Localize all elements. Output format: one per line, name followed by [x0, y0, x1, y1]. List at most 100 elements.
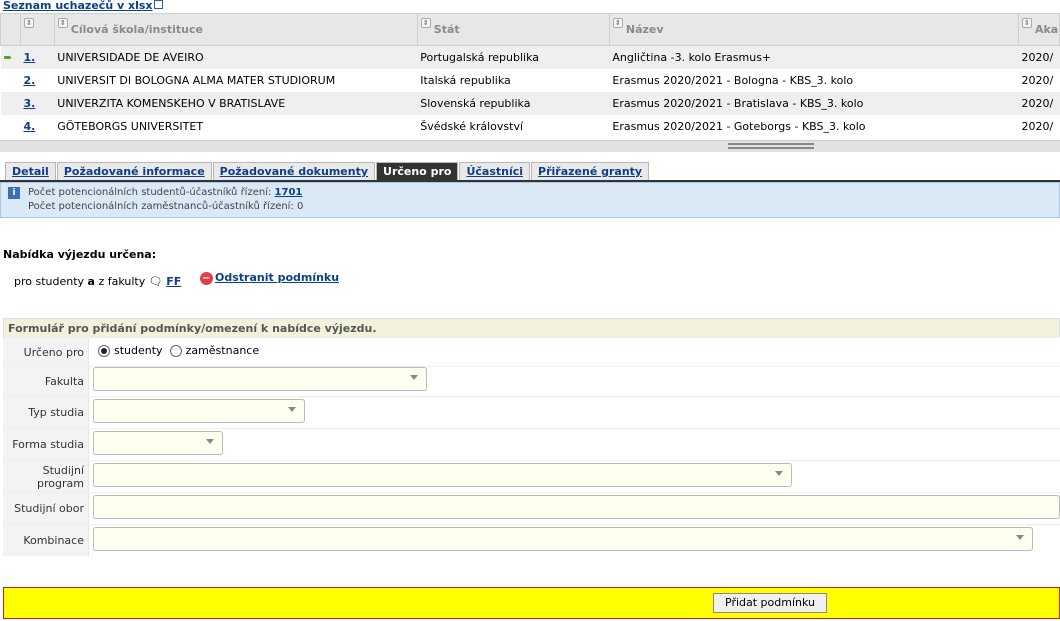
- form-row-program: Studijní program: [3, 460, 1060, 492]
- radio-employees-label[interactable]: zaměstnance: [186, 344, 260, 357]
- row-number-cell[interactable]: 4.: [20, 114, 55, 138]
- label-obor: Studijní obor: [3, 493, 89, 524]
- faculty-select[interactable]: [93, 367, 427, 391]
- horizontal-scrollbar[interactable]: [0, 140, 1060, 152]
- table-header-row: ⇕ ⇕ Cílová škola/instituce ⇕ Stát ⇕ Název ⇕…: [0, 13, 1060, 46]
- employees-count-line: Počet potencionálních zaměstnanců-účastn…: [28, 201, 304, 212]
- students-count-line: Počet potencionálních studentů-účastníků…: [28, 186, 1059, 200]
- study-program-select[interactable]: [93, 463, 792, 487]
- condition-suffix: z fakulty: [94, 275, 149, 288]
- add-condition-button[interactable]: Přidat podmínku: [713, 593, 827, 613]
- tab-detail-label[interactable]: Detail: [12, 165, 49, 178]
- label-fakulta: Fakulta: [3, 367, 89, 396]
- form-row-kombinace: Kombinace: [3, 524, 1060, 556]
- row-year: 2020/: [1018, 114, 1060, 138]
- table-row[interactable]: ➨ 1. UNIVERSIDADE DE AVEIRO Portugalská …: [0, 45, 1060, 69]
- external-link-icon: [153, 0, 163, 9]
- row-number-link[interactable]: 3.: [24, 97, 36, 110]
- study-type-select[interactable]: [93, 399, 305, 423]
- remove-condition-link[interactable]: Odstranit podmínku: [215, 271, 339, 284]
- row-name: Erasmus 2020/2021 - Bratislava - KBS_3. …: [609, 91, 1019, 115]
- sort-icon[interactable]: ⇕: [612, 18, 623, 28]
- header-state[interactable]: ⇕ Stát: [416, 13, 610, 46]
- row-state: Švédské království: [417, 114, 610, 138]
- row-arrow-cell: [0, 114, 21, 138]
- form-row-typ: Typ studia: [3, 396, 1060, 428]
- label-typ: Typ studia: [3, 397, 89, 428]
- tab-grants[interactable]: Přiřazené granty: [531, 162, 650, 180]
- label-program: Studijní program: [3, 461, 89, 492]
- tab-participants[interactable]: Účastníci: [459, 162, 531, 180]
- row-number-link[interactable]: 4.: [24, 120, 36, 133]
- row-school: UNIVERSIT DI BOLOGNA ALMA MATER STUDIORU…: [54, 68, 418, 92]
- tab-grants-label[interactable]: Přiřazené granty: [538, 165, 642, 178]
- tab-intended-for-label: Určeno pro: [383, 165, 452, 178]
- form-title: Formulář pro přidání podmínky/omezení k …: [3, 318, 1060, 337]
- remove-condition[interactable]: − Odstranit podmínku: [200, 271, 339, 285]
- table-row[interactable]: 2. UNIVERSIT DI BOLOGNA ALMA MATER STUDI…: [0, 68, 1060, 92]
- table-row[interactable]: 4. GÖTEBORGS UNIVERSITET Švédské královs…: [0, 114, 1060, 138]
- tab-required-info[interactable]: Požadované informace: [56, 162, 212, 180]
- header-school[interactable]: ⇕ Cílová škola/instituce: [53, 13, 418, 46]
- export-xlsx-link[interactable]: Seznam uchazečů v xlsx: [3, 0, 163, 12]
- sort-icon[interactable]: ⇕: [420, 18, 431, 28]
- sort-icon[interactable]: ⇕: [24, 18, 34, 28]
- tab-detail[interactable]: Detail: [5, 162, 56, 180]
- radio-students[interactable]: [98, 345, 110, 357]
- tab-participants-label[interactable]: Účastníci: [466, 165, 523, 178]
- remove-icon[interactable]: −: [200, 271, 213, 285]
- condition-prefix: pro studenty: [14, 275, 88, 288]
- faculty-link[interactable]: FF: [166, 275, 181, 288]
- urceno-radio-group: studenty zaměstnance: [98, 344, 259, 357]
- label-urceno: Určeno pro: [3, 338, 89, 366]
- row-arrow-cell: [0, 91, 21, 115]
- study-field-select[interactable]: [93, 495, 1060, 519]
- students-count-link[interactable]: 1701: [275, 187, 303, 198]
- offer-title: Nabídka výjezdu určena:: [3, 248, 157, 261]
- scrollbar-thumb[interactable]: [728, 143, 814, 149]
- row-number-link[interactable]: 1.: [24, 51, 36, 64]
- chevron-down-icon: [775, 471, 783, 476]
- table-row[interactable]: 3. UNIVERZITA KOMENSKEHO V BRATISLAVE Sl…: [0, 91, 1060, 115]
- row-number-cell[interactable]: 3.: [20, 91, 55, 115]
- row-number-cell[interactable]: 2.: [20, 68, 55, 92]
- row-state: Slovenská republika: [417, 91, 610, 115]
- label-fakulta-text: Fakulta: [44, 375, 84, 388]
- header-sort-col[interactable]: ⇕: [20, 13, 55, 46]
- tab-required-docs-label[interactable]: Požadované dokumenty: [220, 165, 368, 178]
- radio-students-label[interactable]: studenty: [114, 344, 163, 357]
- chevron-down-icon: [1016, 535, 1024, 540]
- info-icon: i: [8, 187, 20, 199]
- header-name[interactable]: ⇕ Název: [608, 13, 1019, 46]
- sort-icon[interactable]: ⇕: [57, 18, 68, 28]
- row-number-cell[interactable]: 1.: [20, 45, 55, 69]
- students-count-label: Počet potencionálních studentů-účastníků…: [28, 187, 272, 198]
- applicants-table: ⇕ ⇕ Cílová škola/instituce ⇕ Stát ⇕ Název ⇕…: [0, 13, 1060, 138]
- tab-intended-for[interactable]: Určeno pro: [376, 162, 459, 180]
- header-school-label: Cílová škola/instituce: [70, 23, 203, 36]
- condition-line: pro studenty a z fakulty 🗨 FF: [14, 275, 181, 288]
- combination-select[interactable]: [93, 527, 1033, 551]
- radio-employees[interactable]: [169, 345, 182, 357]
- export-xlsx-label[interactable]: Seznam uchazečů v xlsx: [3, 0, 153, 12]
- header-arrow-col: [0, 13, 21, 46]
- label-urceno-text: Určeno pro: [23, 345, 84, 359]
- row-year: 2020/: [1018, 68, 1060, 92]
- row-number-link[interactable]: 2.: [24, 74, 36, 87]
- condition-and: a: [87, 275, 95, 288]
- sort-icon[interactable]: ⇕: [1021, 18, 1032, 28]
- tab-required-docs[interactable]: Požadované dokumenty: [212, 162, 376, 180]
- row-name: Angličtina -3. kolo Erasmus+: [609, 45, 1019, 69]
- header-year[interactable]: ⇕ Aka: [1017, 13, 1060, 46]
- row-school: UNIVERSIDADE DE AVEIRO: [54, 45, 418, 69]
- tab-required-info-label[interactable]: Požadované informace: [64, 165, 205, 178]
- label-kombinace: Kombinace: [3, 525, 89, 556]
- label-program-text: Studijní program: [37, 463, 84, 490]
- label-obor-text: Studijní obor: [14, 502, 84, 515]
- chevron-down-icon: [410, 375, 418, 380]
- study-form-select[interactable]: [93, 431, 223, 455]
- submit-bar: [3, 587, 1060, 619]
- arrow-right-icon: ➨: [3, 50, 13, 64]
- form-row-fakulta: Fakulta: [3, 366, 1060, 396]
- info-box: i Počet potencionálních studentů-účastní…: [0, 182, 1060, 218]
